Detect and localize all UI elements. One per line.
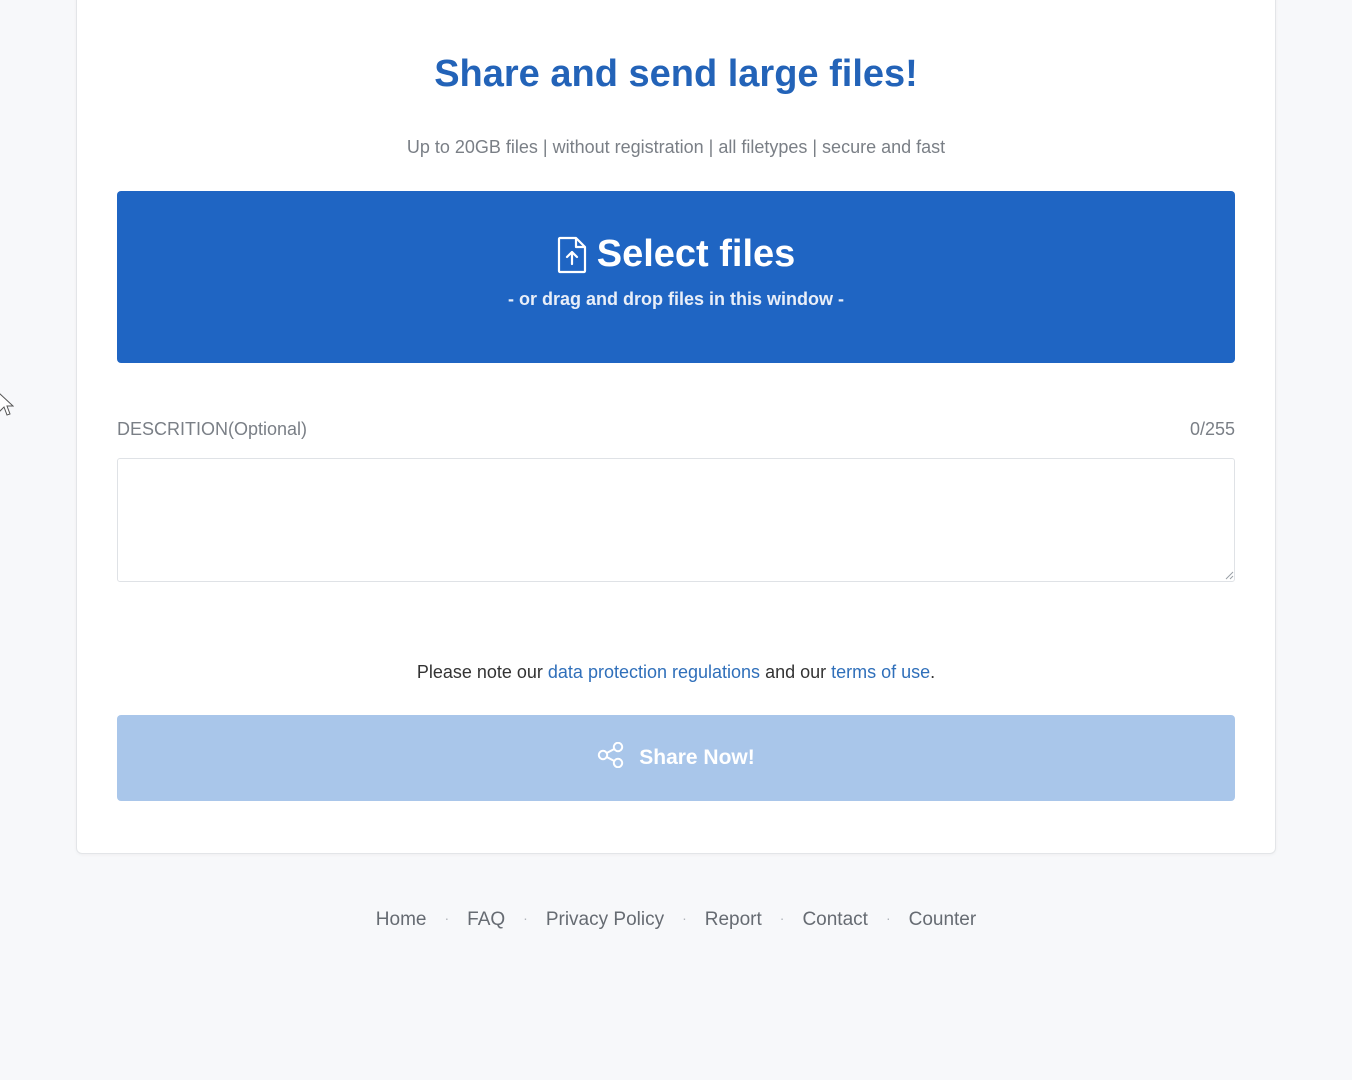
file-upload-icon	[557, 236, 587, 274]
select-files-button[interactable]: Select files - or drag and drop files in…	[117, 191, 1235, 363]
description-char-counter: 0/255	[1189, 419, 1235, 439]
description-label: DESCRITION(Optional)	[117, 419, 308, 439]
select-files-main: Select files	[117, 233, 1235, 276]
footer-separator: ·	[885, 910, 891, 926]
notice-suffix: .	[930, 662, 936, 682]
footer-separator: ·	[444, 910, 450, 926]
footer-separator: ·	[779, 910, 785, 926]
footer-separator: ·	[682, 910, 687, 926]
share-now-button[interactable]: Share Now!	[117, 715, 1235, 801]
notice-middle: and our	[760, 662, 832, 682]
resize-grip-icon[interactable]	[1224, 570, 1234, 580]
footer-separator: ·	[523, 910, 528, 926]
footer-link-faq[interactable]: FAQ	[467, 909, 505, 930]
footer-link-home[interactable]: Home	[376, 909, 427, 930]
data-protection-link[interactable]: data protection regulations	[548, 662, 760, 682]
share-icon	[597, 741, 625, 774]
footer-link-privacy-policy[interactable]: Privacy Policy	[546, 909, 664, 930]
page-title: Share and send large files!	[434, 53, 918, 95]
footer-link-contact[interactable]: Contact	[802, 909, 867, 930]
mouse-cursor-icon	[0, 393, 14, 416]
terms-of-use-link[interactable]: terms of use	[831, 662, 930, 682]
footer-link-counter[interactable]: Counter	[909, 909, 977, 930]
page-subtitle: Up to 20GB files | without registration …	[406, 137, 946, 157]
terms-notice: Please note our data protection regulati…	[77, 662, 1275, 683]
footer-nav: Home · FAQ · Privacy Policy · Report · Contact · C…	[0, 909, 1352, 931]
drag-drop-hint: - or drag and drop files in this window …	[508, 289, 844, 309]
description-textarea[interactable]	[117, 458, 1235, 582]
notice-prefix: Please note our	[416, 662, 548, 682]
share-now-label: Share Now!	[639, 746, 755, 769]
upload-card: Share and send large files! Up to 20GB f…	[76, 0, 1276, 854]
footer-link-report[interactable]: Report	[705, 909, 762, 930]
select-files-label: Select files	[596, 233, 796, 275]
